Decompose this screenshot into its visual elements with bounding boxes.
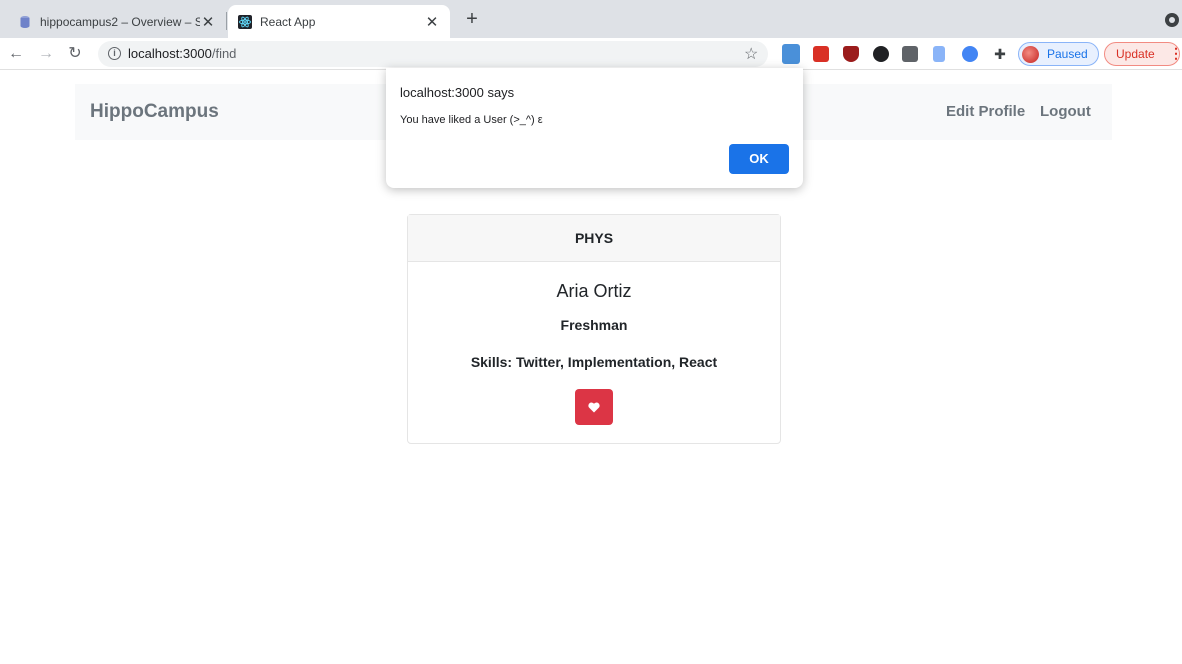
extension-err-icon[interactable]	[782, 44, 800, 64]
back-arrow-icon[interactable]: ←	[5, 43, 27, 65]
browser-toolbar: ← → ↻ i localhost:3000/find ☆ ✚	[0, 38, 1182, 70]
reload-icon[interactable]: ↻	[64, 43, 86, 65]
tab-divider	[226, 12, 227, 30]
react-logo-icon	[238, 14, 252, 29]
close-tab-icon[interactable]: ✕	[200, 13, 216, 31]
alert-origin: localhost:3000 says	[400, 85, 515, 100]
extensions-puzzle-icon[interactable]: ✚	[992, 46, 1008, 62]
update-button[interactable]: Update ⋮	[1104, 42, 1182, 66]
tab-react-app[interactable]: React App ✕	[228, 5, 450, 38]
heart-icon	[588, 402, 600, 413]
url-host: localhost:3000	[128, 46, 212, 61]
brand-logo[interactable]: HippoCampus	[90, 101, 219, 123]
user-year: Freshman	[560, 317, 628, 333]
address-bar[interactable]: i localhost:3000/find ☆	[98, 41, 768, 67]
site-info-icon[interactable]: i	[108, 47, 121, 60]
extension-round-icon[interactable]	[873, 46, 889, 62]
close-tab-icon[interactable]: ✕	[424, 13, 440, 31]
card-header-major: PHYS	[408, 215, 780, 262]
profile-status-label: Paused	[1047, 47, 1088, 61]
tab-hippocampus-overview[interactable]: hippocampus2 – Overview – S ✕	[8, 5, 226, 38]
tab-strip: hippocampus2 – Overview – S ✕ React App …	[0, 0, 1182, 38]
update-label: Update	[1116, 47, 1155, 61]
user-card: PHYS Aria Ortiz Freshman Skills: Twitter…	[407, 214, 781, 444]
alert-dialog: localhost:3000 says You have liked a Use…	[386, 68, 803, 188]
ublock-shield-icon[interactable]	[843, 46, 859, 62]
new-tab-button[interactable]: +	[462, 8, 482, 31]
url-text[interactable]: localhost:3000/find	[128, 46, 236, 61]
profile-paused-button[interactable]: Paused	[1018, 42, 1099, 66]
user-name: Aria Ortiz	[556, 281, 632, 301]
extension-clipboard-icon[interactable]	[933, 46, 945, 62]
facebook-icon[interactable]	[902, 46, 918, 62]
edit-profile-link[interactable]: Edit Profile	[946, 103, 1025, 120]
user-skills: Skills: Twitter, Implementation, React	[470, 354, 718, 370]
kebab-menu-icon[interactable]: ⋮	[1169, 45, 1182, 62]
tab-search-icon[interactable]	[1165, 13, 1179, 27]
logout-link[interactable]: Logout	[1040, 103, 1091, 120]
ok-button[interactable]: OK	[729, 144, 789, 174]
zoom-icon[interactable]	[962, 46, 978, 62]
extension-video-icon[interactable]	[813, 46, 829, 62]
url-path: /find	[211, 46, 237, 61]
tab-title: React App	[260, 14, 316, 29]
database-icon	[20, 15, 30, 28]
forward-arrow-icon[interactable]: →	[35, 43, 57, 65]
alert-message: You have liked a User (>_^) ε	[400, 114, 543, 126]
avatar	[1022, 46, 1039, 63]
bookmark-star-icon[interactable]: ☆	[744, 44, 758, 64]
like-button[interactable]	[575, 389, 613, 425]
tab-title: hippocampus2 – Overview – S	[40, 14, 200, 29]
